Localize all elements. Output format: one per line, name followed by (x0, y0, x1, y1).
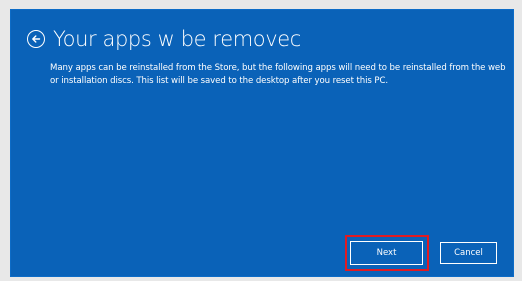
next-button[interactable]: Next (350, 241, 423, 265)
reset-dialog: Your apps w be removec Many apps can be … (10, 9, 514, 277)
dialog-message: Many apps can be reinstalled from the St… (50, 63, 506, 86)
dialog-title: Your apps w be removec (53, 27, 301, 51)
cancel-button[interactable]: Cancel (440, 242, 497, 264)
back-arrow-icon[interactable] (27, 30, 45, 48)
dialog-header: Your apps w be removec (27, 27, 301, 51)
screen-frame: Your apps w be removec Many apps can be … (0, 0, 522, 281)
